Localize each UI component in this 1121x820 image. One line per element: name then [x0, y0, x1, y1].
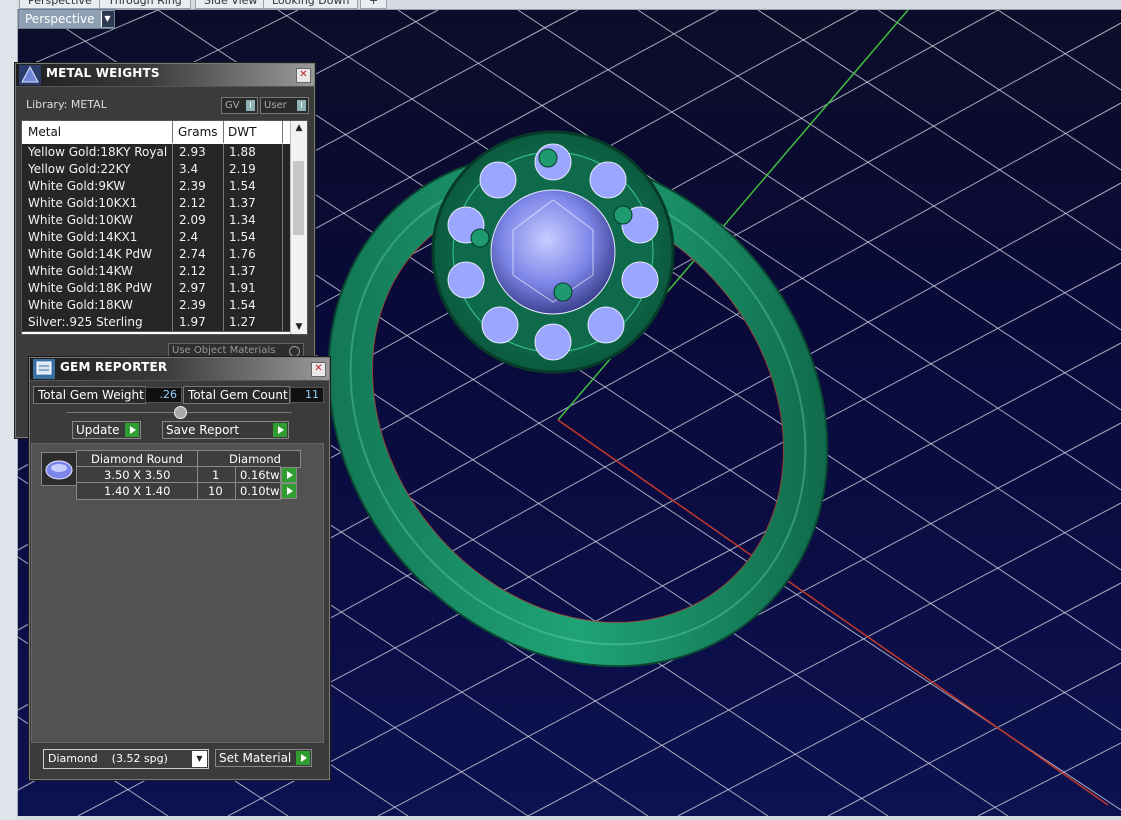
- chevron-down-icon[interactable]: ▼: [100, 11, 114, 27]
- table-row[interactable]: White Gold:9KW 2.39 1.54: [22, 178, 290, 196]
- user-indicator: I: [297, 100, 306, 111]
- table-row[interactable]: Yellow Gold:22KY 3.4 2.19: [22, 161, 290, 179]
- table-row[interactable]: Silver:.925 Sterling 1.97 1.27: [22, 314, 290, 332]
- total-gem-count-value: 11: [290, 387, 324, 403]
- table-row[interactable]: Yellow Gold:18KY Royal 2.93 1.88: [22, 144, 290, 162]
- gem-reporter-titlebar[interactable]: GEM REPORTER ✕: [30, 358, 329, 381]
- tab-side-view[interactable]: Side View: [195, 0, 267, 9]
- save-report-button[interactable]: Save Report: [162, 421, 289, 439]
- halo-setting: [431, 130, 675, 374]
- gem-material-header: Diamond: [229, 452, 281, 466]
- total-gem-weight-value: .26: [145, 387, 182, 403]
- x-axis-line: [557, 419, 1109, 806]
- gem-reporter-icon: [33, 359, 55, 379]
- metal-weights-titlebar[interactable]: METAL WEIGHTS ✕: [16, 64, 314, 87]
- set-material-button[interactable]: Set Material: [215, 749, 312, 767]
- chevron-down-icon[interactable]: ▼: [192, 751, 207, 767]
- tab-through-ring[interactable]: Through Ring: [99, 0, 191, 9]
- scroll-up-icon[interactable]: ▲: [291, 121, 307, 135]
- play-icon: [296, 751, 310, 765]
- col-grams[interactable]: Grams: [178, 125, 218, 139]
- material-select[interactable]: Diamond (3.52 spg) ▼: [43, 749, 209, 769]
- gv-indicator: I: [246, 100, 255, 111]
- metal-table[interactable]: Metal Grams DWT Yellow Gold:18KY Royal 2.…: [21, 120, 308, 335]
- use-object-materials-label: Use Object Materials: [172, 345, 276, 356]
- update-label: Update: [76, 423, 120, 437]
- metal-table-scrollbar[interactable]: ▲ ▼: [290, 121, 307, 334]
- radio-icon[interactable]: [289, 346, 300, 357]
- col-metal[interactable]: Metal: [28, 125, 61, 139]
- total-gem-weight-label: Total Gem Weight: [33, 386, 146, 404]
- close-icon[interactable]: ✕: [311, 362, 326, 377]
- view-menu-label: Perspective: [25, 12, 95, 26]
- report-slider[interactable]: [66, 406, 292, 419]
- tab-add[interactable]: +: [360, 0, 388, 9]
- gem-list-area[interactable]: Diamond Round Diamond 3.50 X 3.50 1 0.16…: [31, 443, 324, 743]
- metal-table-header: Metal Grams DWT: [22, 121, 290, 143]
- user-label: User: [264, 100, 287, 111]
- library-label: Library: METAL: [26, 98, 107, 111]
- metal-weights-icon: [19, 65, 41, 85]
- gem-row-play-icon[interactable]: [281, 467, 297, 483]
- play-icon: [125, 423, 139, 437]
- diamond-icon: [45, 460, 73, 480]
- table-row[interactable]: White Gold:10KX1 2.12 1.37: [22, 195, 290, 213]
- table-row[interactable]: White Gold:10KW 2.09 1.34: [22, 212, 290, 230]
- save-report-label: Save Report: [166, 423, 240, 437]
- slider-knob[interactable]: [174, 406, 187, 419]
- material-select-value: Diamond (3.52 spg): [48, 752, 168, 765]
- bottom-strip: [17, 816, 1121, 820]
- scroll-down-icon[interactable]: ▼: [291, 320, 307, 334]
- gv-toggle[interactable]: GV I: [221, 97, 258, 114]
- table-row[interactable]: White Gold:14K PdW 2.74 1.76: [22, 246, 290, 264]
- gem-reporter-panel: GEM REPORTER ✕ Total Gem Weight .26 Tota…: [29, 357, 330, 780]
- tab-looking-down[interactable]: Looking Down: [263, 0, 359, 9]
- table-row[interactable]: White Gold:18KW 2.39 1.54: [22, 297, 290, 315]
- table-row[interactable]: White Gold:14KW 2.12 1.37: [22, 263, 290, 281]
- set-material-label: Set Material: [219, 751, 292, 765]
- table-row[interactable]: White Gold:14KX1 2.4 1.54: [22, 229, 290, 247]
- gem-row-play-icon[interactable]: [281, 483, 297, 499]
- view-menu[interactable]: Perspective ▼: [18, 9, 115, 29]
- gem-shape-header: Diamond Round: [91, 452, 183, 466]
- col-dwt[interactable]: DWT: [228, 125, 256, 139]
- metal-weights-title: METAL WEIGHTS: [46, 66, 160, 80]
- gv-label: GV: [225, 100, 240, 111]
- scroll-thumb[interactable]: [293, 161, 304, 235]
- view-tab-bar: Perspective Through Ring Side View Looki…: [17, 0, 1121, 10]
- gem-row[interactable]: 1.40 X 1.40 10 0.10tw: [76, 482, 281, 500]
- table-row[interactable]: White Gold:18K PdW 2.97 1.91: [22, 280, 290, 298]
- close-icon[interactable]: ✕: [296, 68, 311, 83]
- play-icon: [273, 423, 287, 437]
- gem-reporter-title: GEM REPORTER: [60, 360, 168, 374]
- tab-perspective[interactable]: Perspective: [19, 0, 101, 9]
- total-gem-count-label: Total Gem Count: [183, 386, 290, 404]
- user-toggle[interactable]: User I: [260, 97, 309, 114]
- gem-thumbnail[interactable]: [41, 452, 77, 486]
- update-button[interactable]: Update: [72, 421, 141, 439]
